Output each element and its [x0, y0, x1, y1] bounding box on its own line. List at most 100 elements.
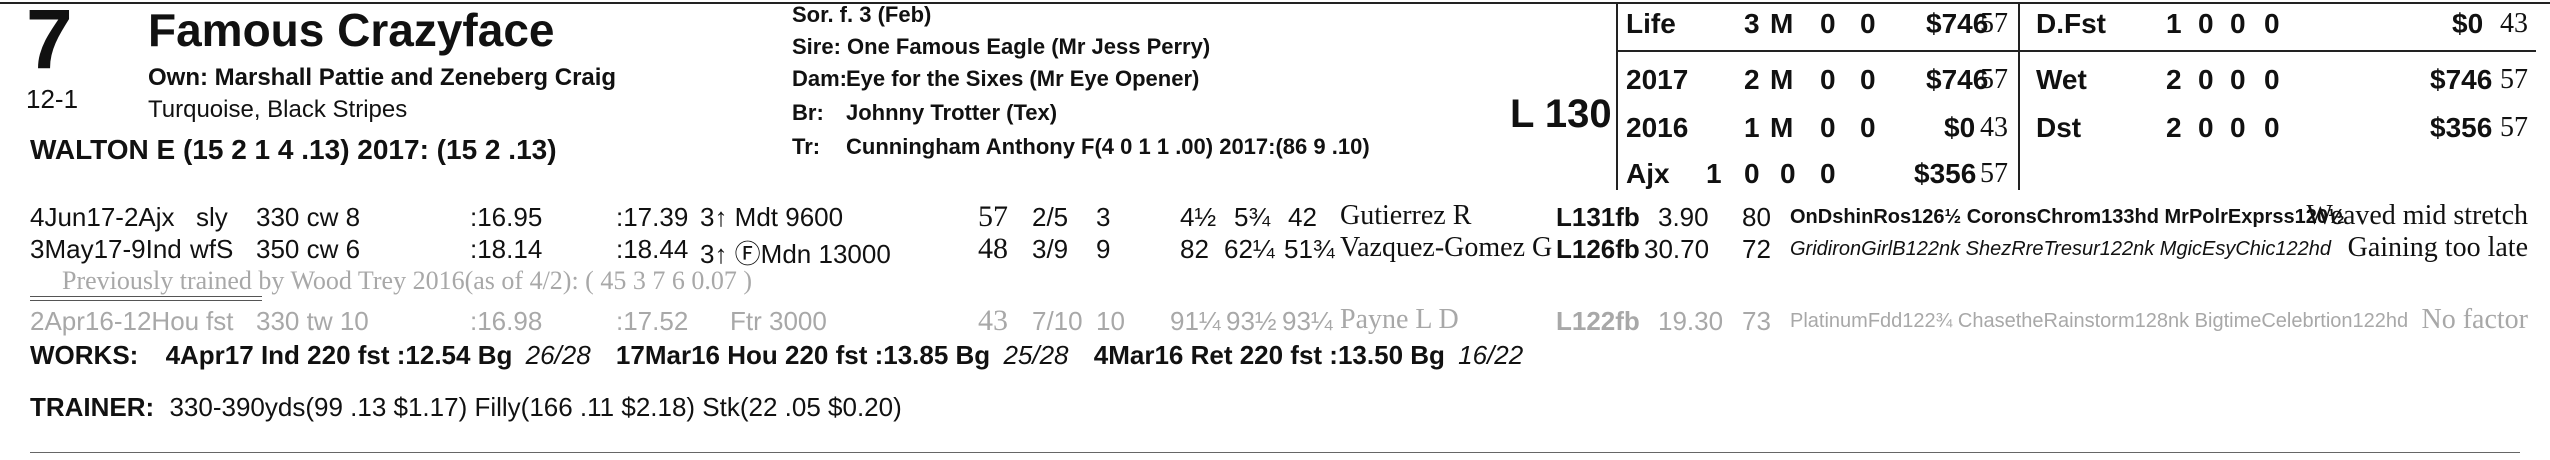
stat-wins: M	[1770, 64, 1794, 95]
call-2: 5¾	[1234, 202, 1271, 232]
stat-speed: 57	[1980, 8, 2008, 39]
work-3: 4Mar16 Ret 220 fst :13.50 Bg	[1093, 340, 1445, 370]
previously-trained-note: Previously trained by Wood Trey 2016(as …	[62, 266, 752, 295]
stat-label: 2016	[1626, 112, 1689, 143]
post-position: 3/9	[1032, 234, 1069, 264]
breeder-label: Br:	[792, 100, 824, 125]
bottom-rule	[30, 452, 2520, 453]
stat-shows: 0	[1860, 64, 1876, 95]
stat-label: D.Fst	[2036, 8, 2106, 39]
trip-comment: No factor	[2421, 304, 2528, 335]
speed-figure: 43	[978, 304, 1008, 337]
stat-label: Life	[1626, 8, 1676, 39]
work-1: 4Apr17 Ind 220 fst :12.54 Bg	[165, 340, 513, 370]
odds: 30.70	[1644, 234, 1710, 264]
stat-wins: 0	[2198, 64, 2214, 95]
stat-wins: M	[1770, 112, 1794, 143]
stat-places: 0	[1780, 158, 1796, 189]
stat-shows: 0	[1820, 158, 1836, 189]
stat-speed: 57	[2500, 64, 2528, 95]
stat-starts: 1	[1744, 112, 1760, 143]
call-2: 93½	[1226, 306, 1277, 336]
fig: 72	[1742, 234, 1771, 264]
stat-speed: 57	[1980, 158, 2008, 189]
fig: 80	[1742, 202, 1771, 232]
speed-figure: 48	[978, 232, 1008, 265]
odds: 19.30	[1658, 306, 1724, 336]
stat-places: 0	[1820, 8, 1836, 39]
weight-meds: L126fb	[1556, 234, 1640, 264]
post-position: 2/5	[1032, 202, 1069, 232]
race-jockey: Payne L D	[1340, 304, 1459, 335]
sex-age: Sor. f. 3 (Feb)	[792, 2, 932, 27]
stat-earnings: $0	[1944, 112, 1976, 143]
stat-wins: 0	[2198, 112, 2214, 143]
fraction-1: :16.95	[470, 202, 543, 232]
morning-line-odds: 12-1	[26, 84, 79, 114]
horse-name: Famous Crazyface	[148, 4, 555, 56]
stat-wins: M	[1770, 8, 1794, 39]
race-distance: 330 cw 8	[256, 202, 361, 232]
fraction-1: :16.98	[470, 306, 543, 336]
trainer-change-rule	[30, 296, 262, 297]
stats-left-border	[1616, 2, 1618, 190]
odds: 3.90	[1658, 202, 1709, 232]
stat-earnings: $0	[2452, 8, 2484, 39]
stat-speed: 43	[1980, 112, 2008, 143]
program-number: 7	[26, 0, 73, 86]
stat-earnings: $356	[1914, 158, 1977, 189]
race-date: 3May17-9Ind	[30, 234, 182, 264]
race-date: 4Jun17-2Ajx	[30, 202, 175, 232]
stat-starts: 2	[1744, 64, 1760, 95]
stat-shows: 0	[1860, 112, 1876, 143]
fraction-1: :18.14	[470, 234, 543, 264]
assigned-weight: L 130	[1510, 92, 1612, 136]
fraction-2: :17.52	[616, 306, 689, 336]
fig: 73	[1742, 306, 1771, 336]
trainer-stats-text: 330-390yds(99 .13 $1.17) Filly(166 .11 $…	[169, 392, 902, 422]
owner: Own: Marshall Pattie and Zeneberg Craig	[148, 64, 617, 91]
trainer-label: Tr:	[792, 134, 821, 159]
post-position: 7/10	[1032, 306, 1083, 336]
stat-speed: 57	[2500, 112, 2528, 143]
trainer-stats-line: TRAINER: 330-390yds(99 .13 $1.17) Filly(…	[30, 392, 902, 423]
stat-earnings: $746	[1926, 8, 1989, 39]
jockey-line: WALTON E (15 2 1 4 .13) 2017: (15 2 .13)	[30, 134, 557, 165]
fraction-2: :18.44	[616, 234, 689, 264]
call-3: 51¾	[1284, 234, 1335, 264]
race-date: 2Apr16-12Hou	[30, 306, 200, 336]
weight-meds: L122fb	[1556, 306, 1640, 336]
trip-comment: Gaining too late	[2347, 232, 2528, 263]
track-condition: fst	[206, 306, 234, 336]
stats-life-underline	[1616, 50, 2536, 52]
fraction-2: :17.39	[616, 202, 689, 232]
stat-shows: 0	[1860, 8, 1876, 39]
stat-starts: 1	[2166, 8, 2182, 39]
stats-divider	[2018, 2, 2020, 190]
stat-label: Dst	[2036, 112, 2082, 143]
dam-label: Dam:	[792, 66, 848, 91]
call-1: 4½	[1180, 202, 1217, 232]
stat-starts: 2	[2166, 112, 2182, 143]
stat-shows: 0	[2264, 64, 2280, 95]
work-2: 17Mar16 Hou 220 fst :13.85 Bg	[615, 340, 991, 370]
stat-label: Ajx	[1626, 158, 1670, 189]
stat-wins: 0	[1744, 158, 1760, 189]
trainer: Cunningham Anthony F(4 0 1 1 .00) 2017:(…	[846, 134, 1370, 159]
call-2: 62¼	[1224, 234, 1275, 264]
start-position: 3	[1096, 202, 1111, 232]
race-distance: 350 cw 6	[256, 234, 361, 264]
stat-starts: 3	[1744, 8, 1760, 39]
race-jockey: Gutierrez R	[1340, 200, 1472, 231]
silks: Turquoise, Black Stripes	[148, 96, 408, 123]
works-line: WORKS: 4Apr17 Ind 220 fst :12.54 Bg 26/2…	[30, 340, 1523, 371]
company-line: GridironGirlB122nk ShezRreTresur122nk Mg…	[1790, 238, 2331, 260]
stat-earnings: $356	[2430, 112, 2493, 143]
call-1: 91¼	[1170, 306, 1221, 336]
sire: Sire: One Famous Eagle (Mr Jess Perry)	[792, 34, 1211, 59]
stat-earnings: $746	[2430, 64, 2493, 95]
stat-starts: 2	[2166, 64, 2182, 95]
call-1: 82	[1180, 234, 1209, 264]
race-type: Ftr 3000	[730, 306, 827, 336]
trainer-change-rule-2	[30, 300, 262, 301]
